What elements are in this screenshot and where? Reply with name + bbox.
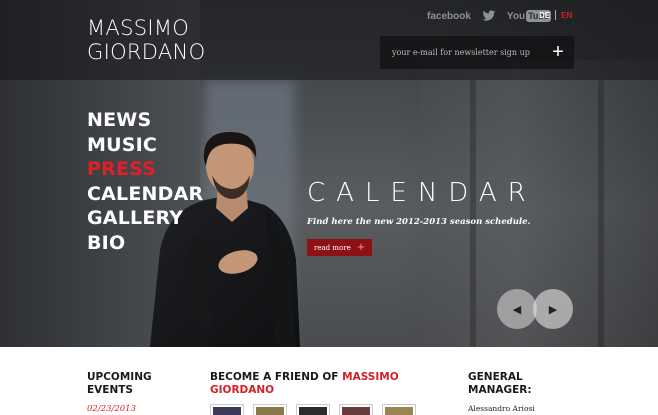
feature-subtitle: Find here the new 2012-2013 season sched…: [307, 217, 531, 227]
fan-thumbnail[interactable]: [253, 404, 287, 415]
manager-name: Alessandro Ariosi: [468, 404, 535, 413]
language-divider: [555, 10, 557, 20]
site-logo[interactable]: MASSIMO GIORDANO: [87, 16, 205, 64]
footer-widgets: UPCOMING EVENTS 02/23/2013 BECOME A FRIE…: [0, 347, 658, 415]
twitter-bird-icon[interactable]: [482, 10, 496, 22]
newsletter-form: +: [380, 36, 574, 69]
logo-line-2: GIORDANO: [87, 40, 206, 64]
upcoming-heading-line-1: UPCOMING: [87, 371, 152, 383]
language-en[interactable]: EN: [561, 11, 572, 20]
nav-item-press[interactable]: PRESS: [87, 157, 203, 182]
friend-heading-prefix: BECOME A FRIEND OF: [210, 371, 343, 383]
fan-thumbnail[interactable]: [382, 404, 416, 415]
slider-prev-button[interactable]: ◀: [497, 289, 537, 329]
fan-thumbnails: [210, 404, 416, 415]
general-manager-heading: GENERAL MANAGER:: [468, 371, 588, 397]
plus-icon: +: [356, 242, 366, 253]
plus-icon[interactable]: +: [542, 36, 574, 69]
manager-heading-line-2: MANAGER:: [468, 384, 532, 396]
chevron-left-icon: ◀: [512, 303, 522, 316]
language-switcher: DE EN: [539, 10, 572, 20]
friend-heading-name-1: MASSIMO: [342, 371, 399, 383]
upcoming-events-heading: UPCOMING EVENTS: [87, 371, 177, 397]
slider-next-button[interactable]: ▶: [533, 289, 573, 329]
logo-line-1: MASSIMO: [87, 16, 190, 40]
chevron-right-icon: ▶: [548, 303, 558, 316]
upcoming-heading-line-2: EVENTS: [87, 384, 133, 396]
nav-item-gallery[interactable]: GALLERY: [87, 206, 203, 231]
facebook-link[interactable]: facebook: [427, 11, 471, 22]
newsletter-email-input[interactable]: [380, 36, 542, 69]
nav-item-calendar[interactable]: CALENDAR: [87, 182, 203, 207]
fan-thumbnail[interactable]: [210, 404, 244, 415]
event-date-link[interactable]: 02/23/2013: [87, 404, 136, 414]
nav-item-bio[interactable]: BIO: [87, 231, 203, 256]
nav-item-music[interactable]: MUSIC: [87, 133, 203, 158]
fan-thumbnail[interactable]: [296, 404, 330, 415]
nav-item-news[interactable]: NEWS: [87, 108, 203, 133]
become-friend-heading: BECOME A FRIEND OF MASSIMO GIORDANO: [210, 371, 410, 397]
feature-title: CALENDAR: [307, 178, 537, 208]
read-more-label: read more: [314, 243, 351, 252]
read-more-button[interactable]: read more +: [307, 239, 373, 256]
social-links: facebook You Tube: [427, 8, 551, 24]
main-navigation: NEWS MUSIC PRESS CALENDAR GALLERY BIO: [87, 108, 203, 255]
youtube-you-text: You: [506, 10, 526, 22]
language-de[interactable]: DE: [539, 11, 550, 20]
friend-heading-name-2: GIORDANO: [210, 384, 275, 396]
hero-banner: MASSIMO GIORDANO facebook You Tube DE EN…: [0, 0, 658, 347]
feature-slide: CALENDAR Find here the new 2012-2013 sea…: [307, 178, 537, 256]
fan-thumbnail[interactable]: [339, 404, 373, 415]
manager-heading-line-1: GENERAL: [468, 371, 523, 383]
